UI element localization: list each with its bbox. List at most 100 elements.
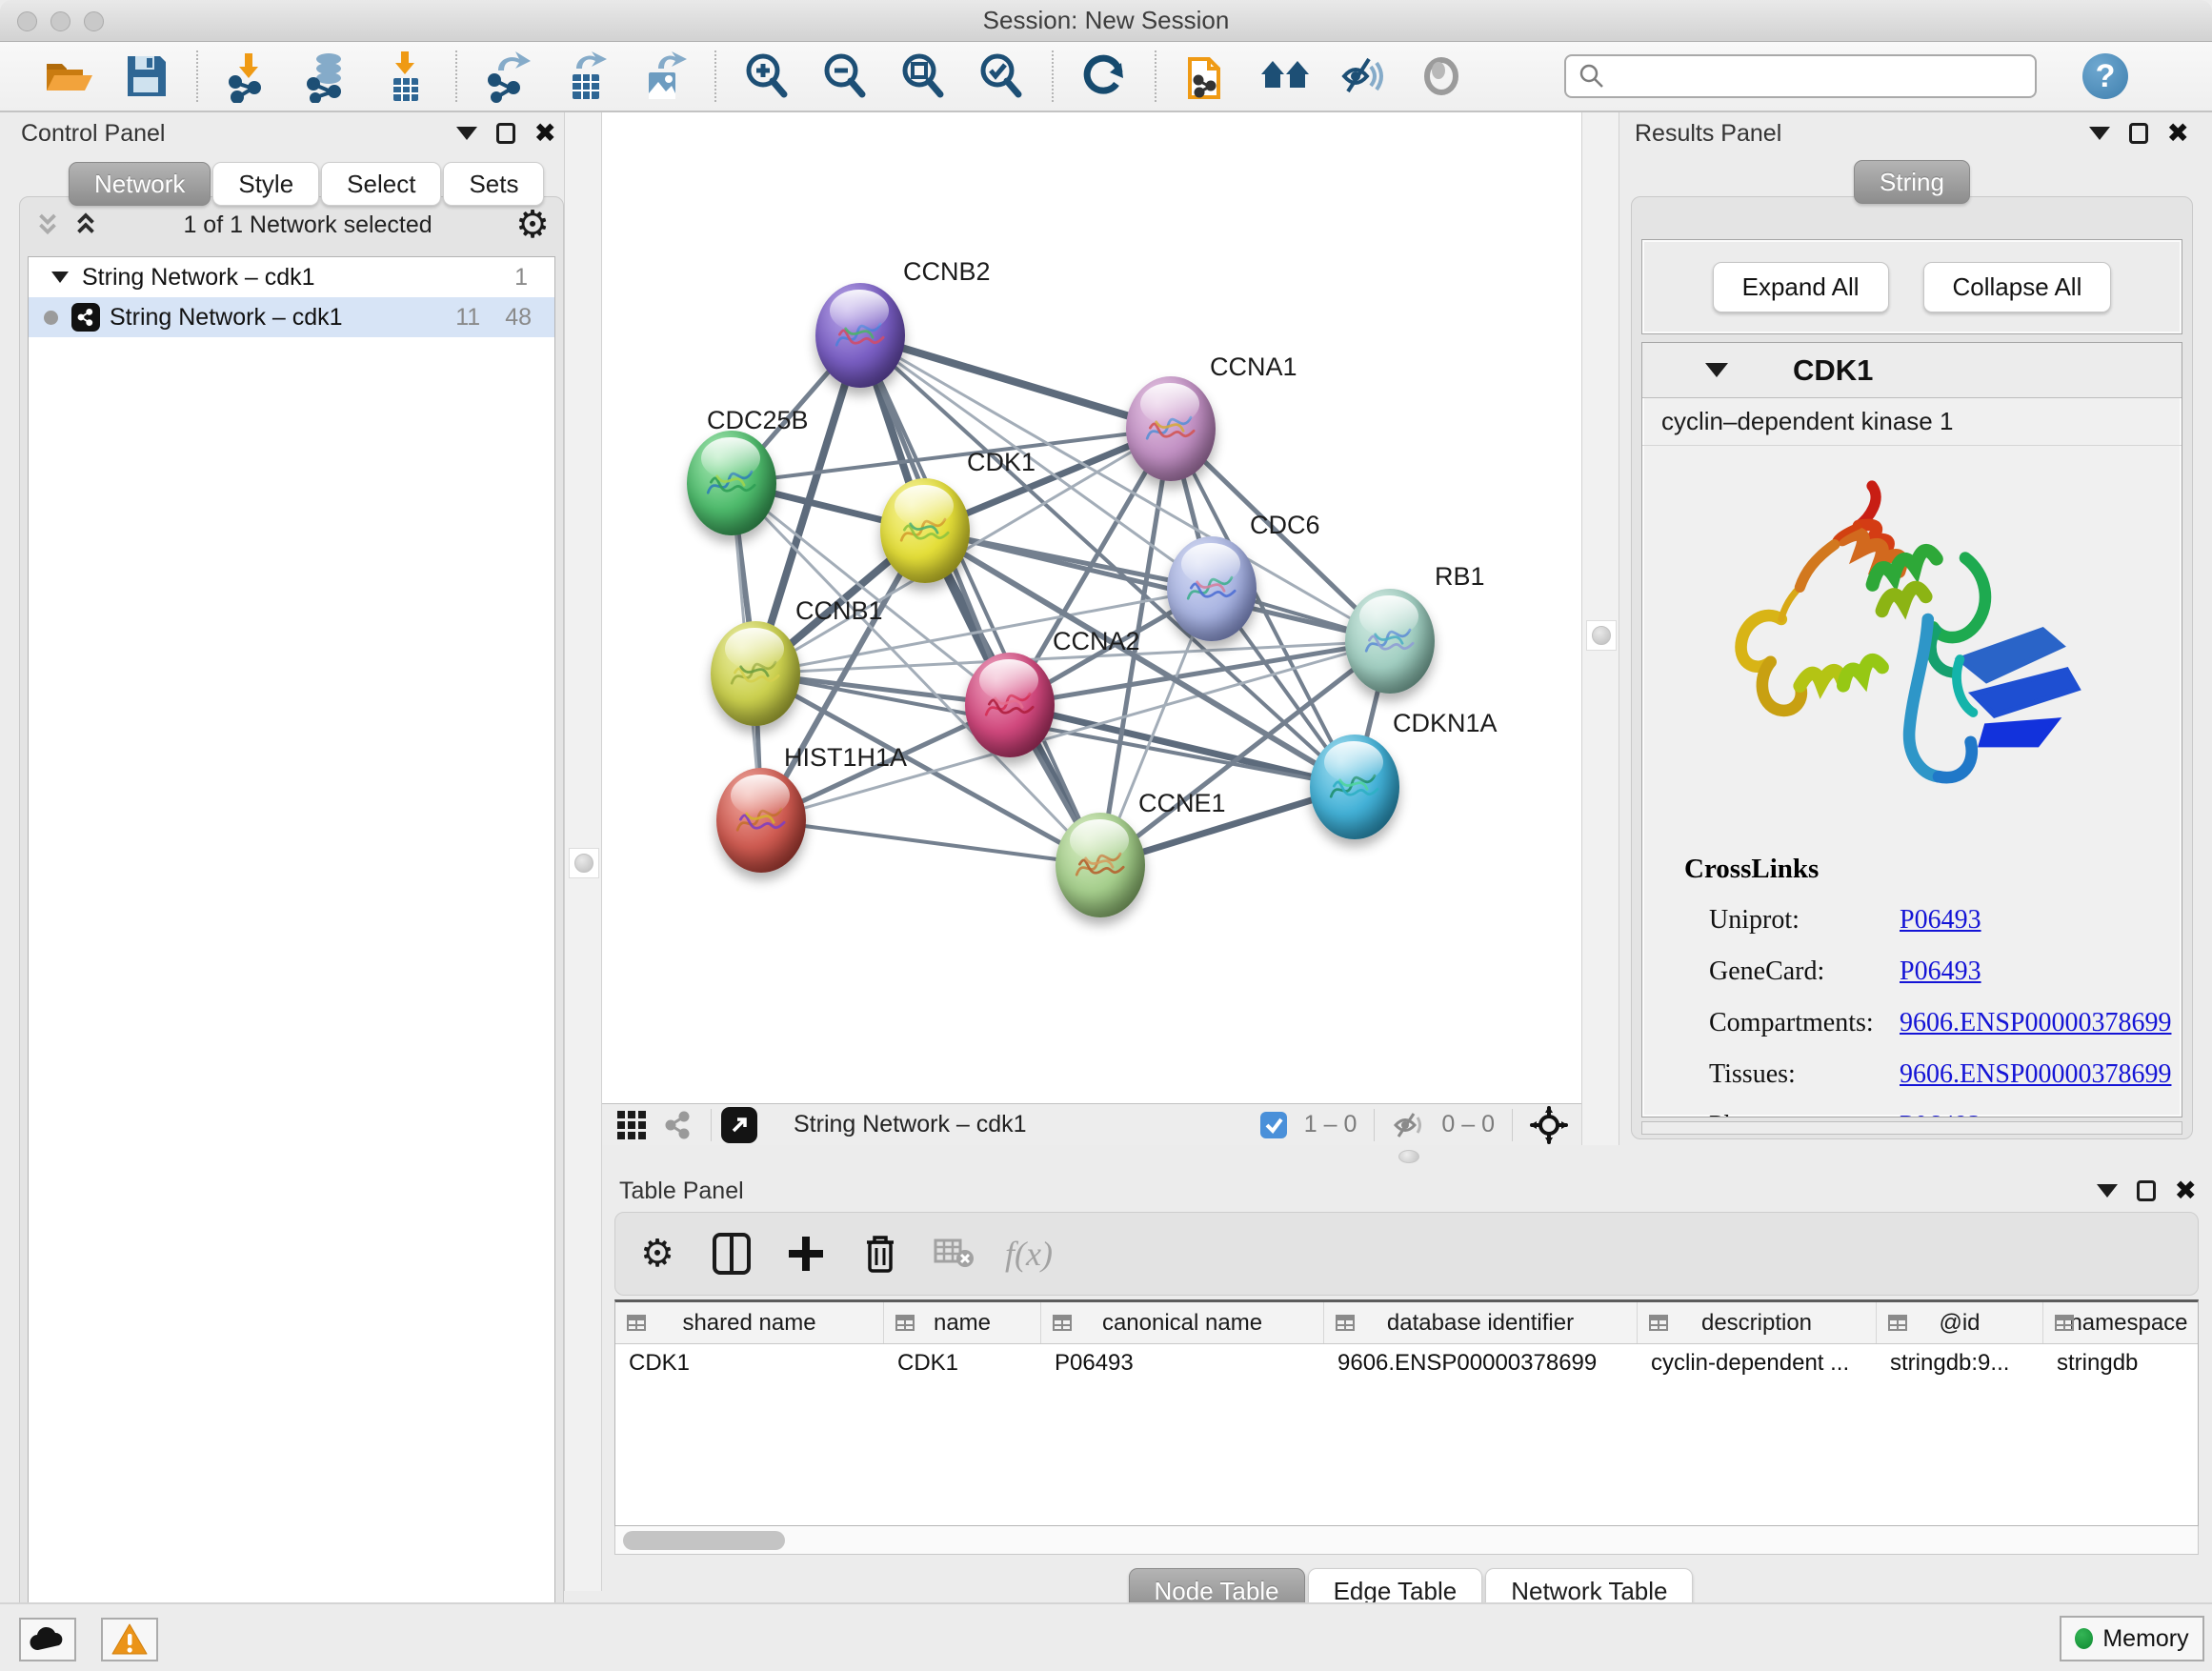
right-splitter-handle[interactable] (1586, 620, 1617, 651)
tab-style[interactable]: Style (212, 162, 319, 206)
panel-menu-icon[interactable] (2097, 1184, 2118, 1198)
float-panel-icon[interactable] (496, 123, 515, 144)
hidden-eye-icon[interactable] (1392, 1111, 1426, 1139)
export-image-icon[interactable] (634, 47, 694, 106)
table-options-gear-icon[interactable]: ⚙ (634, 1231, 680, 1277)
import-network-database-icon[interactable] (297, 47, 356, 106)
network-canvas[interactable]: CCNB2CCNA1CDC25BCDK1CDC6RB1CCNB1CCNA2CDK… (602, 112, 1581, 1103)
network-node-cdc6[interactable] (1167, 536, 1257, 641)
collapse-all-icon[interactable] (33, 211, 62, 239)
close-panel-icon[interactable]: ✖ (2175, 1178, 2197, 1204)
cloud-button[interactable] (19, 1618, 76, 1661)
zoom-in-icon[interactable] (737, 47, 796, 106)
table-horizontal-scrollbar[interactable] (614, 1526, 2199, 1555)
hide-selected-icon[interactable] (1334, 47, 1393, 106)
function-builder-icon[interactable]: f(x) (1006, 1231, 1052, 1277)
horizontal-splitter[interactable] (572, 1145, 2212, 1170)
expand-all-icon[interactable] (71, 211, 100, 239)
string-import-icon[interactable] (1177, 47, 1237, 106)
import-table-file-icon[interactable] (375, 47, 434, 106)
close-panel-icon[interactable]: ✖ (2167, 120, 2189, 147)
zoom-selected-icon[interactable] (972, 47, 1031, 106)
network-edge[interactable] (860, 335, 1100, 865)
panel-menu-icon[interactable] (456, 127, 477, 140)
zoom-out-icon[interactable] (815, 47, 875, 106)
export-network-icon[interactable] (478, 47, 537, 106)
gene-entry-header[interactable]: CDK1 (1642, 343, 2182, 398)
memory-button[interactable]: Memory (2060, 1616, 2204, 1661)
network-node-cdc25b[interactable] (687, 431, 776, 535)
column-header-name[interactable]: name (884, 1302, 1041, 1343)
network-node-ccne1[interactable] (1056, 813, 1145, 917)
network-collection-row[interactable]: String Network – cdk1 1 (29, 257, 554, 297)
tab-string[interactable]: String (1854, 160, 1970, 204)
export-table-icon[interactable] (556, 47, 615, 106)
close-panel-icon[interactable]: ✖ (534, 120, 556, 147)
table-cell[interactable]: CDK1 (884, 1344, 1041, 1382)
network-edge[interactable] (860, 335, 1171, 429)
warning-button[interactable] (101, 1618, 158, 1661)
crosslink-link[interactable]: 9606.ENSP00000378699 (1900, 1059, 2171, 1090)
column-header-canonical-name[interactable]: canonical name (1041, 1302, 1324, 1343)
network-edge[interactable] (761, 820, 1100, 865)
open-session-icon[interactable] (38, 47, 97, 106)
float-panel-icon[interactable] (2137, 1180, 2156, 1201)
tab-select[interactable]: Select (321, 162, 441, 206)
network-node-ccna2[interactable] (965, 653, 1055, 757)
string-home-icon[interactable] (1256, 47, 1315, 106)
zoom-fit-icon[interactable] (894, 47, 953, 106)
network-options-gear-icon[interactable]: ⚙ (515, 206, 550, 244)
collapse-entry-icon[interactable] (1705, 363, 1728, 377)
network-node-rb1[interactable] (1345, 589, 1435, 694)
network-node-cdkn1a[interactable] (1310, 735, 1399, 839)
network-node-ccnb1[interactable] (711, 621, 800, 726)
column-header--id[interactable]: @id (1877, 1302, 2043, 1343)
table-cell[interactable]: CDK1 (615, 1344, 884, 1382)
delete-table-icon[interactable] (932, 1231, 977, 1277)
detach-view-button[interactable] (721, 1107, 757, 1143)
search-input[interactable] (1616, 63, 2016, 91)
birds-eye-navigator-icon[interactable] (1530, 1106, 1568, 1144)
expand-all-button[interactable]: Expand All (1713, 262, 1889, 312)
help-button[interactable]: ? (2082, 53, 2128, 99)
network-node-ccnb2[interactable] (815, 283, 905, 388)
table-cell[interactable]: cyclin-dependent ... (1638, 1344, 1877, 1382)
collapse-all-button[interactable]: Collapse All (1923, 262, 2112, 312)
refresh-view-icon[interactable] (1075, 47, 1134, 106)
network-row[interactable]: String Network – cdk1 11 48 (29, 297, 554, 337)
selected-checkbox-icon[interactable] (1258, 1110, 1289, 1140)
horizontal-splitter-handle[interactable] (1393, 1147, 1425, 1166)
minimize-window-button[interactable] (50, 11, 70, 31)
tab-sets[interactable]: Sets (443, 162, 544, 206)
table-cell[interactable]: stringdb (2043, 1344, 2199, 1382)
collapse-icon[interactable] (51, 272, 69, 283)
crosslink-link[interactable]: 9606.ENSP00000378699 (1900, 1008, 2171, 1038)
save-session-icon[interactable] (116, 47, 175, 106)
close-window-button[interactable] (17, 11, 37, 31)
network-node-cdk1[interactable] (880, 478, 970, 583)
crosslink-link[interactable]: P06493 (1900, 956, 1981, 987)
table-row[interactable]: CDK1CDK1P064939606.ENSP00000378699cyclin… (615, 1344, 2198, 1382)
show-columns-icon[interactable] (709, 1231, 754, 1277)
left-splitter[interactable] (564, 112, 602, 1591)
crosslink-link[interactable]: P06493 (1900, 905, 1981, 936)
table-cell[interactable]: 9606.ENSP00000378699 (1324, 1344, 1638, 1382)
tab-network[interactable]: Network (69, 162, 211, 206)
network-node-hist1h1a[interactable] (716, 768, 806, 873)
crosslink-link[interactable]: P06493 (1900, 1111, 1981, 1117)
column-header-shared-name[interactable]: shared name (615, 1302, 884, 1343)
grid-view-icon[interactable] (615, 1109, 648, 1141)
column-header-namespace[interactable]: namespace (2043, 1302, 2199, 1343)
column-header-description[interactable]: description (1638, 1302, 1877, 1343)
network-overview-icon[interactable] (663, 1110, 694, 1140)
panel-menu-icon[interactable] (2089, 127, 2110, 140)
table-cell[interactable]: stringdb:9... (1877, 1344, 2043, 1382)
network-node-ccna1[interactable] (1126, 376, 1216, 481)
delete-column-icon[interactable] (857, 1231, 903, 1277)
network-edge[interactable] (925, 531, 1390, 641)
scrollbar-thumb[interactable] (623, 1531, 785, 1550)
show-all-icon[interactable] (1412, 47, 1471, 106)
column-header-database-identifier[interactable]: database identifier (1324, 1302, 1638, 1343)
right-splitter[interactable] (1581, 112, 1619, 1145)
float-panel-icon[interactable] (2129, 123, 2148, 144)
